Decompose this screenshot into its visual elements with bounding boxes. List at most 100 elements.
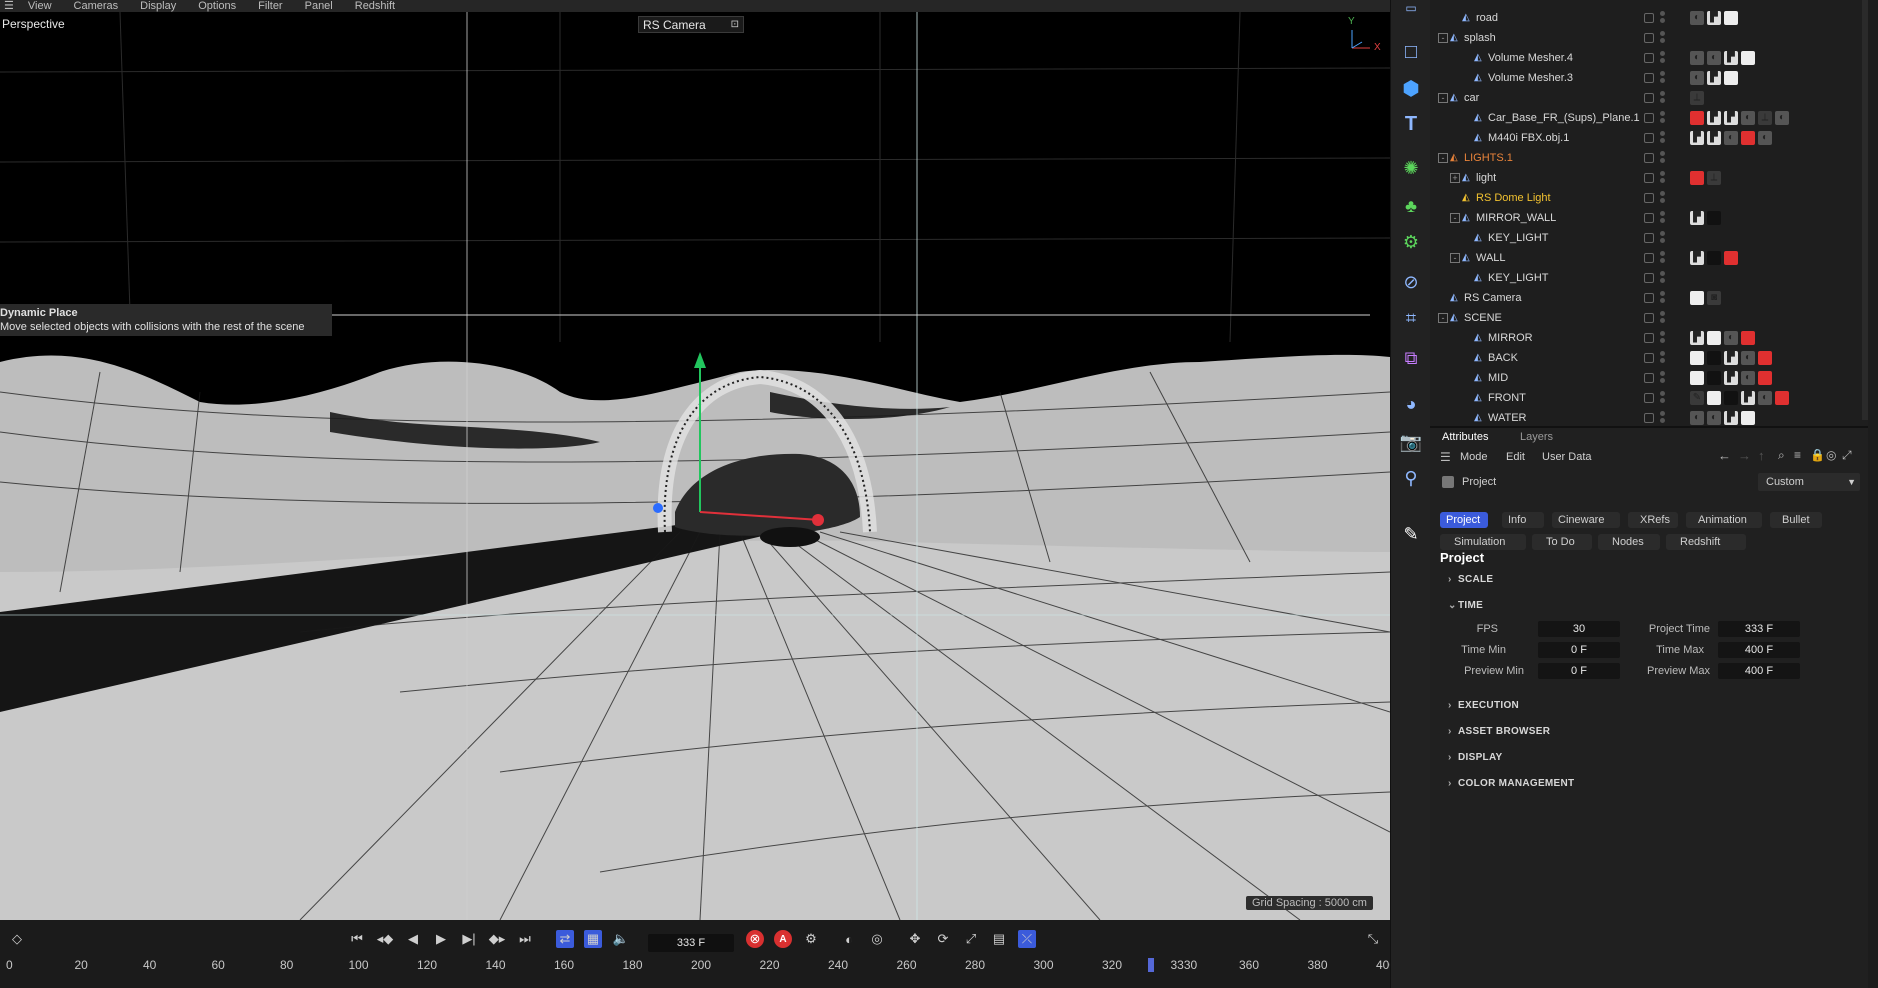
rectangle-spline-icon[interactable]: □ (1399, 40, 1423, 64)
playhead-marker[interactable] (1147, 958, 1154, 972)
previous-frame-icon[interactable]: ◀ (404, 930, 422, 948)
layer-toggle[interactable] (1644, 173, 1654, 183)
mat-tag-icon[interactable]: ◐ (1707, 411, 1721, 425)
object-row[interactable]: - ◭ car ⟂ (1430, 88, 1868, 108)
layer-toggle[interactable] (1644, 233, 1654, 243)
phong-tag-icon[interactable]: ▛ (1707, 71, 1721, 85)
object-row[interactable]: + ◭ light ⟂ (1430, 168, 1868, 188)
expand-icon[interactable]: + (1450, 173, 1460, 183)
check-tag-icon[interactable] (1690, 351, 1704, 365)
check-tag-icon[interactable] (1707, 391, 1721, 405)
camera-tag-icon[interactable]: ◙ (1707, 291, 1721, 305)
tab-simulation[interactable]: Simulation (1440, 534, 1526, 550)
visibility-dots[interactable] (1660, 151, 1665, 166)
layer-toggle[interactable] (1644, 393, 1654, 403)
object-row[interactable]: - ◭ WALL ▛ (1430, 248, 1868, 268)
collapse-icon[interactable]: - (1438, 313, 1448, 323)
menu-view[interactable]: View (28, 0, 52, 12)
visibility-dots[interactable] (1660, 271, 1665, 286)
tab-attributes[interactable]: Attributes (1442, 431, 1488, 443)
keyframe-diamond-icon[interactable]: ◇ (8, 930, 26, 948)
new-window-icon[interactable]: ⤢ (1842, 448, 1852, 463)
keyframe-settings-icon[interactable]: ⚙ (802, 930, 820, 948)
layer-toggle[interactable] (1644, 293, 1654, 303)
visibility-dots[interactable] (1660, 411, 1665, 426)
mat-tag-icon[interactable]: ◐ (1741, 351, 1755, 365)
red-tag-icon[interactable] (1724, 251, 1738, 265)
tab-cineware[interactable]: Cineware (1552, 512, 1620, 528)
visibility-dots[interactable] (1660, 211, 1665, 226)
environment-icon[interactable]: ◕ (1399, 392, 1423, 416)
visibility-dots[interactable] (1660, 131, 1665, 146)
phong-tag-icon[interactable]: ▛ (1724, 351, 1738, 365)
red-tag-icon[interactable] (1690, 171, 1704, 185)
mat-tag-icon[interactable]: ◐ (1690, 411, 1704, 425)
visibility-dots[interactable] (1660, 71, 1665, 86)
red-tag-icon[interactable] (1758, 351, 1772, 365)
check-tag-icon[interactable] (1741, 411, 1755, 425)
visibility-dots[interactable] (1660, 251, 1665, 266)
visibility-dots[interactable] (1660, 171, 1665, 186)
menu-cameras[interactable]: Cameras (74, 0, 119, 12)
layer-toggle[interactable] (1644, 313, 1654, 323)
object-row[interactable]: - ◭ LIGHTS.1 (1430, 148, 1868, 168)
check-tag-icon[interactable] (1690, 291, 1704, 305)
section-time[interactable]: ⌄TIME (1448, 600, 1483, 611)
mat-tag-icon[interactable]: ◐ (1775, 111, 1789, 125)
layer-toggle[interactable] (1644, 73, 1654, 83)
object-row[interactable]: ◭ Volume Mesher.4 ◐ ◐ ▛ (1430, 48, 1868, 68)
phong-tag-icon[interactable]: ▛ (1724, 51, 1738, 65)
tab-animation[interactable]: Animation (1686, 512, 1762, 528)
cube-object-icon[interactable]: ⬢ (1399, 76, 1423, 100)
collapse-icon[interactable]: - (1438, 33, 1448, 43)
time-min-field[interactable]: 0 F (1538, 642, 1620, 658)
collapse-icon[interactable]: - (1450, 213, 1460, 223)
visibility-dots[interactable] (1660, 291, 1665, 306)
target-icon[interactable]: ◎ (1826, 448, 1836, 462)
object-row[interactable]: ◭ WATER ◐ ◐ ▛ (1430, 408, 1868, 426)
mat-tag-icon[interactable]: ◐ (1741, 371, 1755, 385)
check-tag-icon[interactable] (1690, 371, 1704, 385)
previous-key-icon[interactable]: ◂◆ (376, 930, 394, 948)
phong-tag-icon[interactable]: ▛ (1741, 391, 1755, 405)
sound-icon[interactable]: 🔈 (612, 930, 630, 948)
hamburger-icon[interactable]: ☰ (4, 0, 14, 12)
mat-tag-icon[interactable]: ◐ (1724, 131, 1738, 145)
mat-tag-icon[interactable]: ◐ (1741, 111, 1755, 125)
param-key-icon[interactable]: ▤ (990, 930, 1008, 948)
phong-tag-icon[interactable]: ▛ (1690, 251, 1704, 265)
light-icon[interactable]: ⚲ (1399, 466, 1423, 490)
preview-range-icon[interactable]: ▦ (584, 930, 602, 948)
menu-display[interactable]: Display (140, 0, 176, 12)
menu-redshift[interactable]: Redshift (355, 0, 395, 12)
scale-key-icon[interactable]: ◎ (868, 930, 886, 948)
preset-dropdown[interactable]: Custom ▼ (1758, 473, 1860, 491)
tab-project[interactable]: Project (1440, 512, 1488, 528)
layer-toggle[interactable] (1644, 353, 1654, 363)
object-row[interactable]: ◭ FRONT ✎ ▛ ◐ (1430, 388, 1868, 408)
object-manager-scrollbar[interactable] (1862, 0, 1868, 420)
project-time-field[interactable]: 333 F (1718, 621, 1800, 637)
cloner-icon[interactable]: ♣ (1399, 194, 1423, 218)
tab-nodes[interactable]: Nodes (1598, 534, 1660, 550)
object-row[interactable]: ◭ M440i FBX.obj.1 ▛ ▛ ◐ ◐ (1430, 128, 1868, 148)
tab-info[interactable]: Info (1502, 512, 1544, 528)
volume-icon[interactable]: ⧉ (1399, 346, 1423, 370)
mat-tag-icon[interactable]: ◐ (1724, 331, 1738, 345)
tab-bullet[interactable]: Bullet (1770, 512, 1822, 528)
search-icon[interactable]: ⌕ (1778, 448, 1785, 463)
black-tag-icon[interactable] (1707, 211, 1721, 225)
layer-toggle[interactable] (1644, 153, 1654, 163)
text-object-icon[interactable]: T (1399, 112, 1423, 136)
layer-toggle[interactable] (1644, 13, 1654, 23)
3d-viewport[interactable]: Perspective RS Camera ⊡ Y X Dynamic Plac… (0, 12, 1390, 920)
object-row[interactable]: ◭ KEY_LIGHT (1430, 228, 1868, 248)
go-to-start-icon[interactable]: ⏮ (348, 930, 366, 948)
layer-toggle[interactable] (1644, 53, 1654, 63)
section-scale[interactable]: › SCALE (1448, 574, 1493, 585)
menu-edit[interactable]: Edit (1506, 451, 1525, 463)
camera-lock-icon[interactable]: ⊡ (731, 19, 739, 30)
mat-tag-icon[interactable]: ◐ (1758, 131, 1772, 145)
go-to-end-icon[interactable]: ⏭ (516, 930, 534, 948)
rotation-key-icon[interactable]: ⟳ (934, 930, 952, 948)
